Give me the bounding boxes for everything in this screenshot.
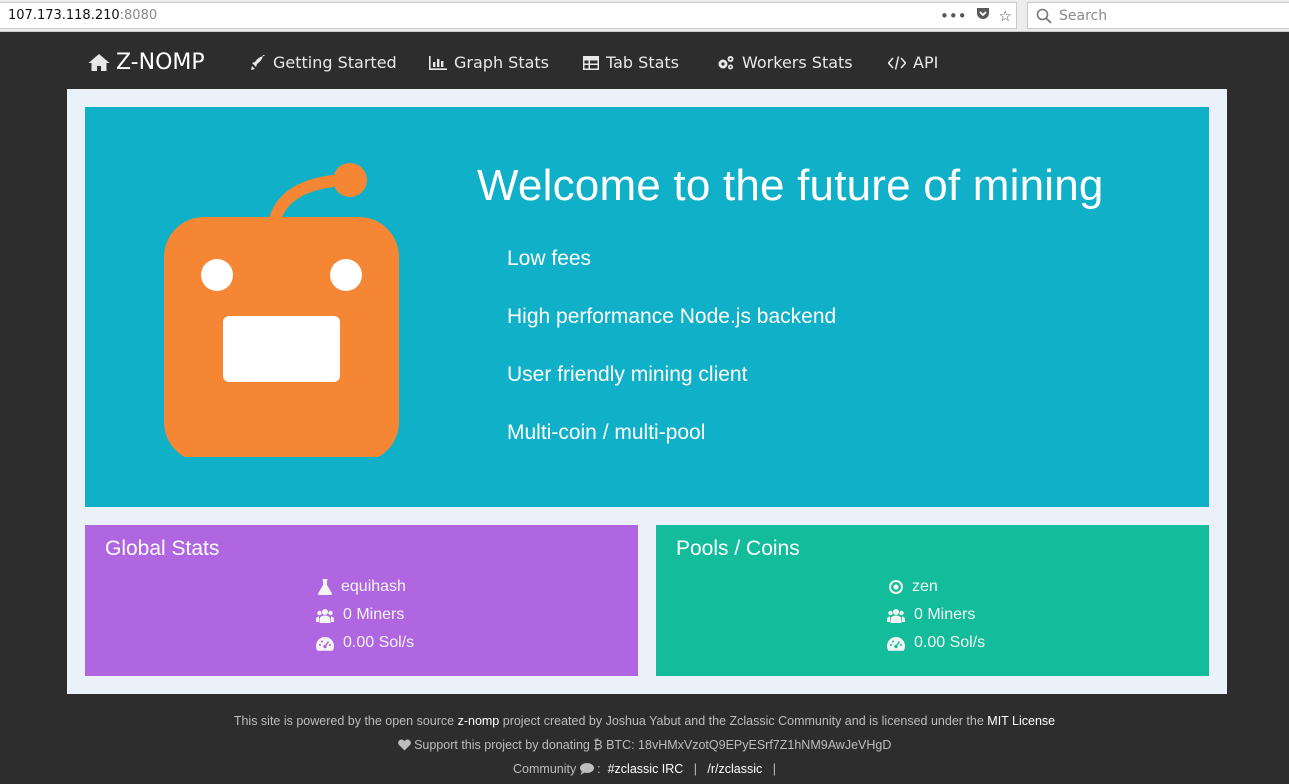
home-icon <box>88 54 110 71</box>
nav-graph-stats[interactable]: Graph Stats <box>429 53 549 72</box>
mit-license-link[interactable]: MIT License <box>987 714 1055 728</box>
nav-getting-started[interactable]: Getting Started <box>250 53 397 72</box>
brand-link[interactable]: Z-NOMP <box>88 50 205 75</box>
dot-circle-icon <box>889 580 903 594</box>
miners-stat: 0 Miners <box>887 606 975 624</box>
algorithm-stat: equihash <box>318 578 406 596</box>
hero-banner: Welcome to the future of mining Low fees… <box>85 107 1209 507</box>
footer-text: This site is powered by the open source <box>233 714 458 728</box>
heart-icon <box>397 739 411 751</box>
dashboard-icon <box>887 636 905 651</box>
code-icon <box>888 55 906 70</box>
navbar: Z-NOMP Getting Started Graph Stats Tab S… <box>0 33 1289 89</box>
hashrate-stat: 0.00 Sol/s <box>887 634 985 652</box>
card-title: Pools / Coins <box>676 537 800 560</box>
hashrate-value: 0.00 Sol/s <box>914 634 986 651</box>
footer-community-line: Community : #zclassic IRC | /r/zclassic … <box>0 762 1289 776</box>
bar-chart-icon <box>429 55 447 70</box>
brand-label: Z-NOMP <box>116 50 205 75</box>
flask-icon <box>318 579 332 595</box>
table-icon <box>583 55 599 70</box>
browser-search-input[interactable]: Search <box>1027 2 1289 29</box>
hashrate-stat: 0.00 Sol/s <box>316 634 414 652</box>
feature-item: High performance Node.js backend <box>507 305 837 328</box>
users-icon <box>316 608 334 623</box>
z-nomp-link[interactable]: z-nomp <box>458 714 500 728</box>
url-text[interactable]: 107.173.118.210:8080 <box>8 8 157 23</box>
nav-tab-stats[interactable]: Tab Stats <box>583 53 679 72</box>
btc-address: BTC: 18vHMxVzotQ9EPyESrf7Z1hNM9AwJeVHgD <box>602 738 892 752</box>
nav-workers-stats[interactable]: Workers Stats <box>717 53 853 72</box>
card-title: Global Stats <box>105 537 220 560</box>
page-actions-icon[interactable]: ••• <box>940 7 967 25</box>
rocket-icon <box>251 54 265 70</box>
irc-link[interactable]: #zclassic IRC <box>608 762 684 776</box>
separator: | <box>772 762 776 776</box>
main-content: Welcome to the future of mining Low fees… <box>67 89 1227 694</box>
nav-api[interactable]: API <box>888 53 938 72</box>
miners-stat: 0 Miners <box>316 606 404 624</box>
comment-icon <box>579 763 594 775</box>
miners-value: 0 Miners <box>343 606 405 623</box>
feature-item: User friendly mining client <box>507 363 748 386</box>
bookmark-star-icon[interactable]: ☆ <box>999 7 1012 25</box>
browser-toolbar: 107.173.118.210:8080 ••• ☆ Search <box>0 0 1289 32</box>
reddit-link[interactable]: /r/zclassic <box>707 762 762 776</box>
pools-coins-card: Pools / Coins zen 0 Miners 0.00 Sol/s <box>656 525 1209 676</box>
robot-mascot-icon <box>164 163 399 457</box>
footer-text: project created by Joshua Yabut and the … <box>499 714 988 728</box>
coin-stat[interactable]: zen <box>889 578 938 596</box>
url-bar[interactable]: 107.173.118.210:8080 ••• ☆ <box>0 2 1017 29</box>
hashrate-value: 0.00 Sol/s <box>343 634 415 651</box>
nav-label: Tab Stats <box>606 53 680 72</box>
gears-icon <box>718 55 734 69</box>
miners-value: 0 Miners <box>914 606 976 623</box>
global-stats-card: Global Stats equihash 0 Miners 0.00 Sol/… <box>85 525 638 676</box>
footer-license-line: This site is powered by the open source … <box>0 714 1289 728</box>
feature-list: Low fees High performance Node.js backen… <box>507 247 836 479</box>
nav-label: Graph Stats <box>454 53 550 72</box>
footer-text: Community <box>513 762 580 776</box>
algorithm-value: equihash <box>341 578 406 595</box>
dashboard-icon <box>316 636 334 651</box>
separator: | <box>693 762 697 776</box>
coin-value: zen <box>912 578 938 595</box>
nav-label: API <box>913 53 939 72</box>
footer-text: : <box>593 762 601 776</box>
search-icon <box>1036 8 1052 24</box>
nav-label: Getting Started <box>273 53 397 72</box>
users-icon <box>887 608 905 623</box>
nav-label: Workers Stats <box>742 53 853 72</box>
feature-item: Low fees <box>507 247 592 270</box>
pocket-icon[interactable] <box>975 6 991 26</box>
hero-title: Welcome to the future of mining <box>477 161 1104 210</box>
feature-item: Multi-coin / multi-pool <box>507 421 706 444</box>
footer-donate-line: Support this project by donating ₿ BTC: … <box>0 738 1289 752</box>
search-placeholder: Search <box>1059 8 1108 24</box>
footer-text: Support this project by donating <box>410 738 594 752</box>
bitcoin-icon: ₿ <box>593 738 603 752</box>
